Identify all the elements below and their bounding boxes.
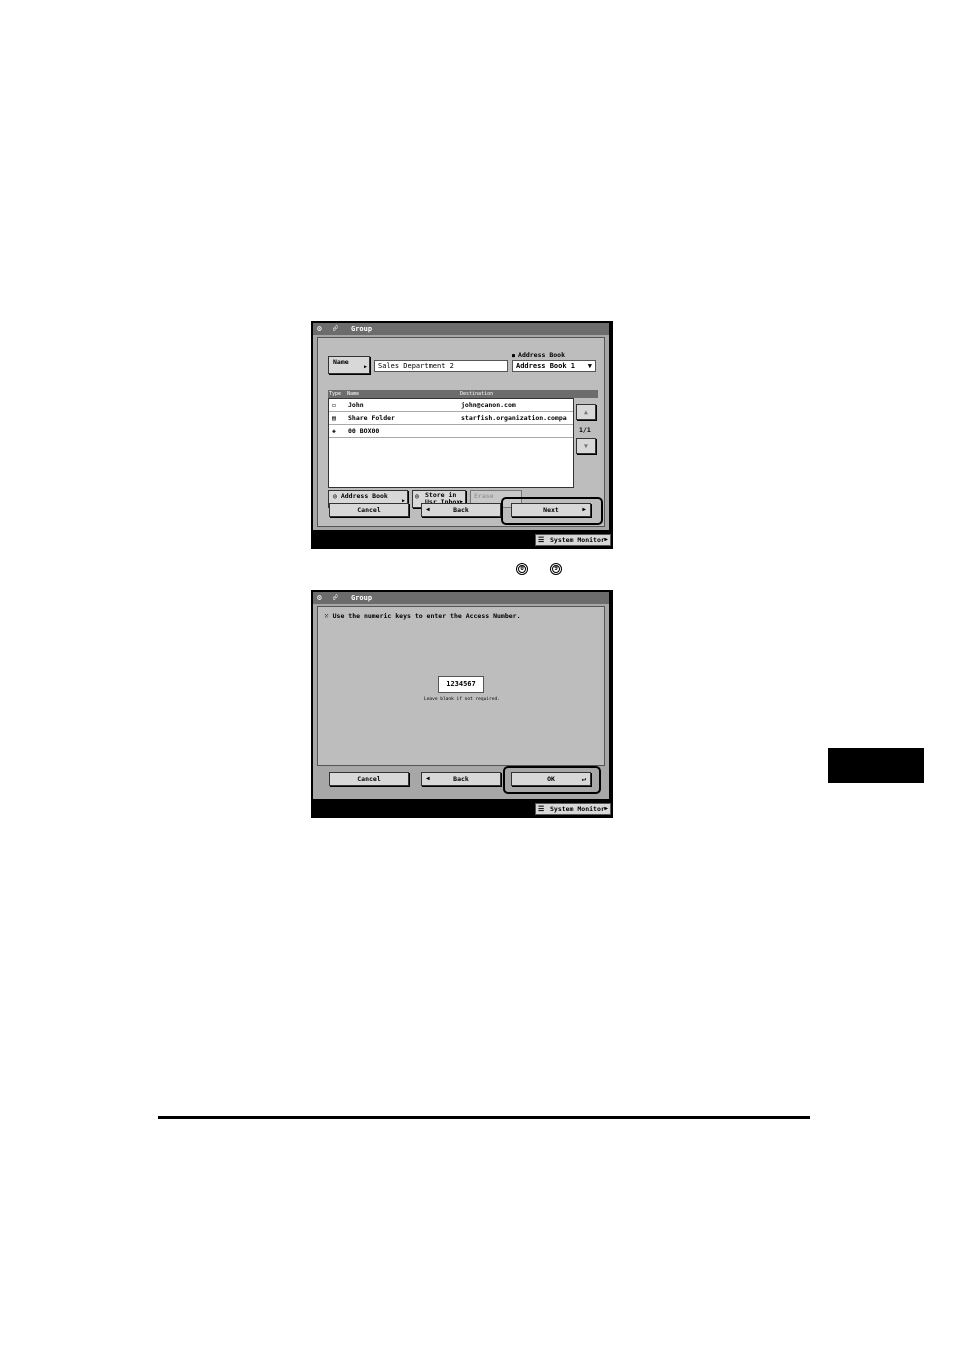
chevron-right-icon: ▶ [604, 805, 608, 812]
instruction-label: Use the numeric keys to enter the Access… [332, 612, 521, 620]
inbox-icon: ◎ [415, 492, 419, 500]
row-destination: john@canon.com [461, 401, 516, 409]
instruction-text: ⁙ Use the numeric keys to enter the Acce… [324, 612, 520, 620]
group-screen-access-number: ⚙ ☍ Group ⁙ Use the numeric keys to ente… [311, 590, 613, 818]
triangle-left-icon: ◀ [426, 775, 430, 782]
status-bar: ☰ System Monitor ▶ [311, 801, 613, 817]
triangle-right-icon: ▶ [582, 506, 586, 513]
system-monitor-label: System Monitor [550, 536, 605, 544]
title-bar: ⚙ ☍ Group [313, 323, 609, 335]
system-monitor-button[interactable]: ☰ System Monitor ▶ [535, 534, 611, 546]
address-book-button-label: Address Book [340, 492, 388, 500]
cancel-button[interactable]: Cancel [329, 503, 409, 517]
chapter-tab [828, 748, 924, 783]
enter-icon: ↵ [581, 775, 586, 783]
list-item[interactable]: ◈ 00 BOX00 [329, 425, 573, 438]
group-icon: ☍ [333, 324, 338, 333]
footer-rule [158, 1116, 810, 1119]
system-monitor-label: System Monitor [550, 805, 605, 813]
triangle-up-icon: ▲ [584, 408, 588, 416]
keypad-icon: ⁙ [324, 613, 333, 620]
access-number-field[interactable]: 1234567 [438, 676, 484, 693]
user-inbox-icon: ◈ [332, 427, 336, 435]
monitor-icon: ☰ [538, 805, 545, 813]
hint-text: Leave blank if not required. [424, 697, 500, 702]
next-button[interactable]: Next ▶ [511, 503, 591, 517]
name-field[interactable]: Sales Department 2 [374, 360, 508, 372]
list-header: Type Name Destination [328, 390, 598, 398]
group-screen-destinations: ⚙ ☍ Group Name ▶ Sales Department 2 ■ Ad… [311, 321, 613, 549]
row-name: John [348, 401, 364, 409]
ok-button[interactable]: OK ↵ [511, 772, 591, 786]
status-bar: ☰ System Monitor ▶ [311, 532, 613, 548]
row-name: 00 BOX00 [348, 427, 380, 435]
address-book-label: Address Book [518, 351, 565, 359]
numeric-key-0-icon: 0 [516, 563, 528, 575]
column-type: Type [329, 391, 342, 397]
address-book-icon: ◎ [333, 492, 337, 500]
address-book-select[interactable]: Address Book 1 ▼ [512, 360, 596, 372]
row-destination: starfish.organization.compa [461, 414, 567, 422]
ok-button-label: OK [547, 775, 555, 783]
column-name: Name [347, 391, 360, 397]
group-window: ⚙ ☍ Group ⁙ Use the numeric keys to ente… [313, 592, 609, 799]
name-button-label: Name [333, 358, 349, 366]
triangle-left-icon: ◀ [426, 506, 430, 513]
next-button-label: Next [543, 506, 559, 514]
window-title: Group [351, 325, 373, 333]
scroll-down-button[interactable]: ▼ [576, 438, 596, 454]
content-area: ⁙ Use the numeric keys to enter the Acce… [317, 606, 605, 766]
list-item[interactable]: ▤ Share Folder starfish.organization.com… [329, 412, 573, 425]
monitor-icon: ☰ [538, 536, 545, 544]
chevron-right-icon: ▶ [363, 364, 367, 370]
triangle-down-icon: ▼ [584, 442, 588, 450]
cancel-button[interactable]: Cancel [329, 772, 409, 786]
settings-icon: ⚙ [317, 593, 322, 602]
back-button-label: Back [453, 506, 469, 514]
list-item[interactable]: ▭ John john@canon.com [329, 399, 573, 412]
address-book-select-value: Address Book 1 [516, 362, 576, 370]
page-indicator: 1/1 [579, 426, 591, 434]
address-book-label-group: ■ Address Book [512, 351, 565, 359]
scroll-up-button[interactable]: ▲ [576, 404, 596, 420]
window-title: Group [351, 594, 373, 602]
column-destination: Destination [460, 391, 494, 397]
chevron-right-icon: ▶ [604, 536, 608, 543]
group-window: ⚙ ☍ Group Name ▶ Sales Department 2 ■ Ad… [313, 323, 609, 530]
name-button[interactable]: Name ▶ [328, 356, 370, 374]
destination-list: ▭ John john@canon.com ▤ Share Folder sta… [328, 398, 574, 488]
system-monitor-button[interactable]: ☰ System Monitor ▶ [535, 803, 611, 815]
group-icon: ☍ [333, 593, 338, 602]
settings-icon: ⚙ [317, 324, 322, 333]
chevron-down-icon: ▼ [587, 362, 592, 370]
row-name: Share Folder [348, 414, 395, 422]
email-icon: ▭ [332, 401, 336, 409]
file-server-icon: ▤ [332, 414, 336, 422]
back-button-label: Back [453, 775, 469, 783]
numeric-key-9-icon: 9 [550, 563, 562, 575]
back-button[interactable]: ◀ Back [421, 503, 501, 517]
back-button[interactable]: ◀ Back [421, 772, 501, 786]
title-bar: ⚙ ☍ Group [313, 592, 609, 604]
